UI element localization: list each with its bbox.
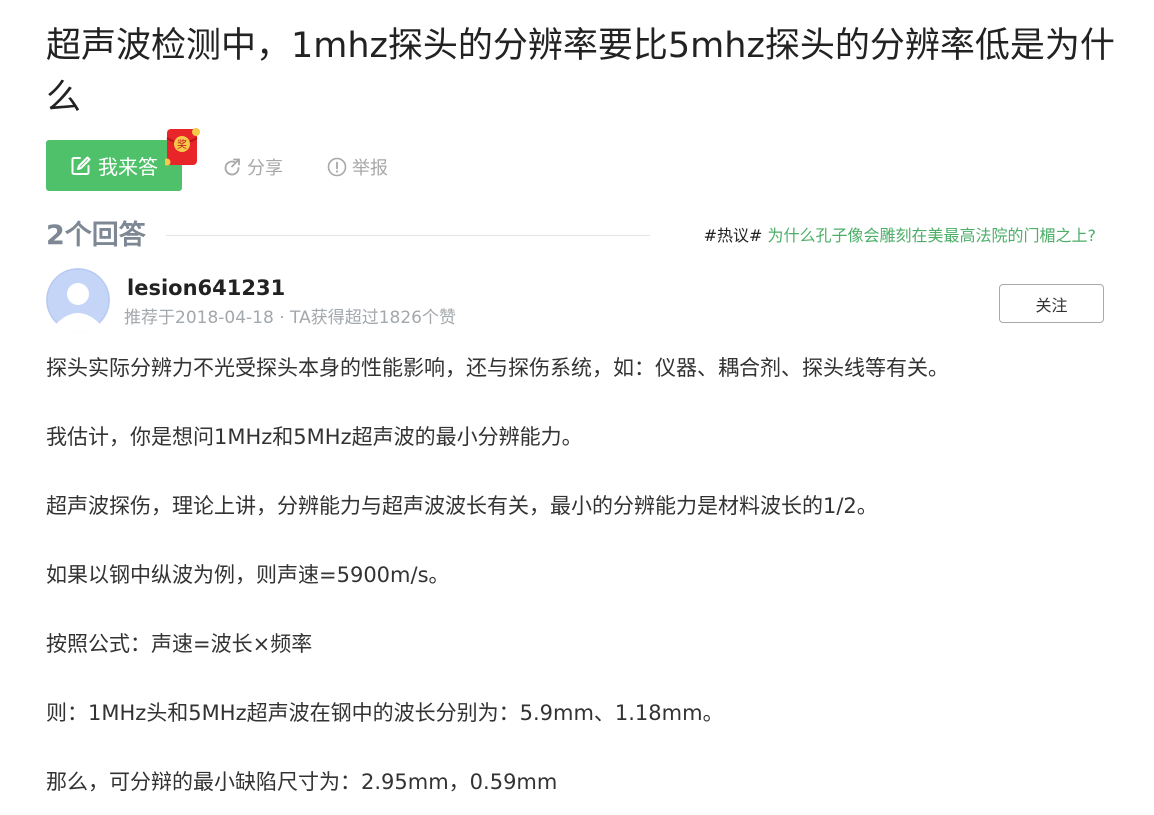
share-button[interactable]: 分享 — [222, 154, 283, 180]
red-packet-icon[interactable]: 奖 — [165, 126, 201, 168]
report-label: 举报 — [352, 158, 388, 179]
share-icon — [224, 158, 240, 176]
hot-topic-link[interactable]: 为什么孔子像会雕刻在美最高法院的门楣之上? — [768, 226, 1097, 245]
report-button[interactable]: 举报 — [327, 154, 388, 180]
answers-count: 2个回答 — [46, 220, 146, 251]
follow-button[interactable]: 关注 — [999, 284, 1104, 323]
answer-paragraph: 超声波探伤，理论上讲，分辨能力与超声波波长有关，最小的分辨能力是材料波长的1/2… — [46, 494, 878, 518]
hot-topic-tag: #热议# — [703, 226, 763, 245]
share-label: 分享 — [247, 158, 283, 179]
answer-meta: 推荐于2018-04-18 · TA获得超过1826个赞 — [124, 308, 456, 328]
answer-paragraph: 我估计，你是想问1MHz和5MHz超声波的最小分辨能力。 — [46, 425, 583, 449]
answer-body: 探头实际分辨力不光受探头本身的性能影响，还与探伤系统，如：仪器、耦合剂、探头线等… — [46, 350, 1116, 815]
answer-paragraph: 那么，可分辩的最小缺陷尺寸为：2.95mm，0.59mm — [46, 770, 558, 794]
alert-circle-icon — [327, 157, 347, 177]
default-avatar-icon — [46, 268, 110, 332]
answer-paragraph: 则：1MHz头和5MHz超声波在钢中的波长分别为：5.9mm、1.18mm。 — [46, 701, 724, 725]
answer-paragraph: 如果以钢中纵波为例，则声速=5900m/s。 — [46, 563, 450, 587]
answer-paragraph: 探头实际分辨力不光受探头本身的性能影响，还与探伤系统，如：仪器、耦合剂、探头线等… — [46, 356, 949, 380]
answer-button[interactable]: 我来答 — [46, 140, 182, 191]
question-title: 超声波检测中，1mhz探头的分辨率要比5mhz探头的分辨率低是为什么 — [46, 26, 1115, 118]
answers-header: 2个回答 #热议# 为什么孔子像会雕刻在美最高法院的门楣之上? — [46, 218, 1104, 254]
red-packet-label: 奖 — [177, 138, 187, 151]
avatar[interactable] — [46, 268, 110, 332]
edit-icon — [71, 156, 91, 175]
question-action-bar: 我来答 奖 分享 举报 — [46, 128, 546, 191]
answer-button-label: 我来答 — [98, 155, 158, 179]
answer-username[interactable]: lesion641231 — [127, 274, 285, 302]
header-divider — [166, 235, 650, 236]
answer-paragraph: 按照公式：声速=波长×频率 — [46, 632, 313, 656]
hot-topic: #热议# 为什么孔子像会雕刻在美最高法院的门楣之上? — [704, 224, 1096, 248]
